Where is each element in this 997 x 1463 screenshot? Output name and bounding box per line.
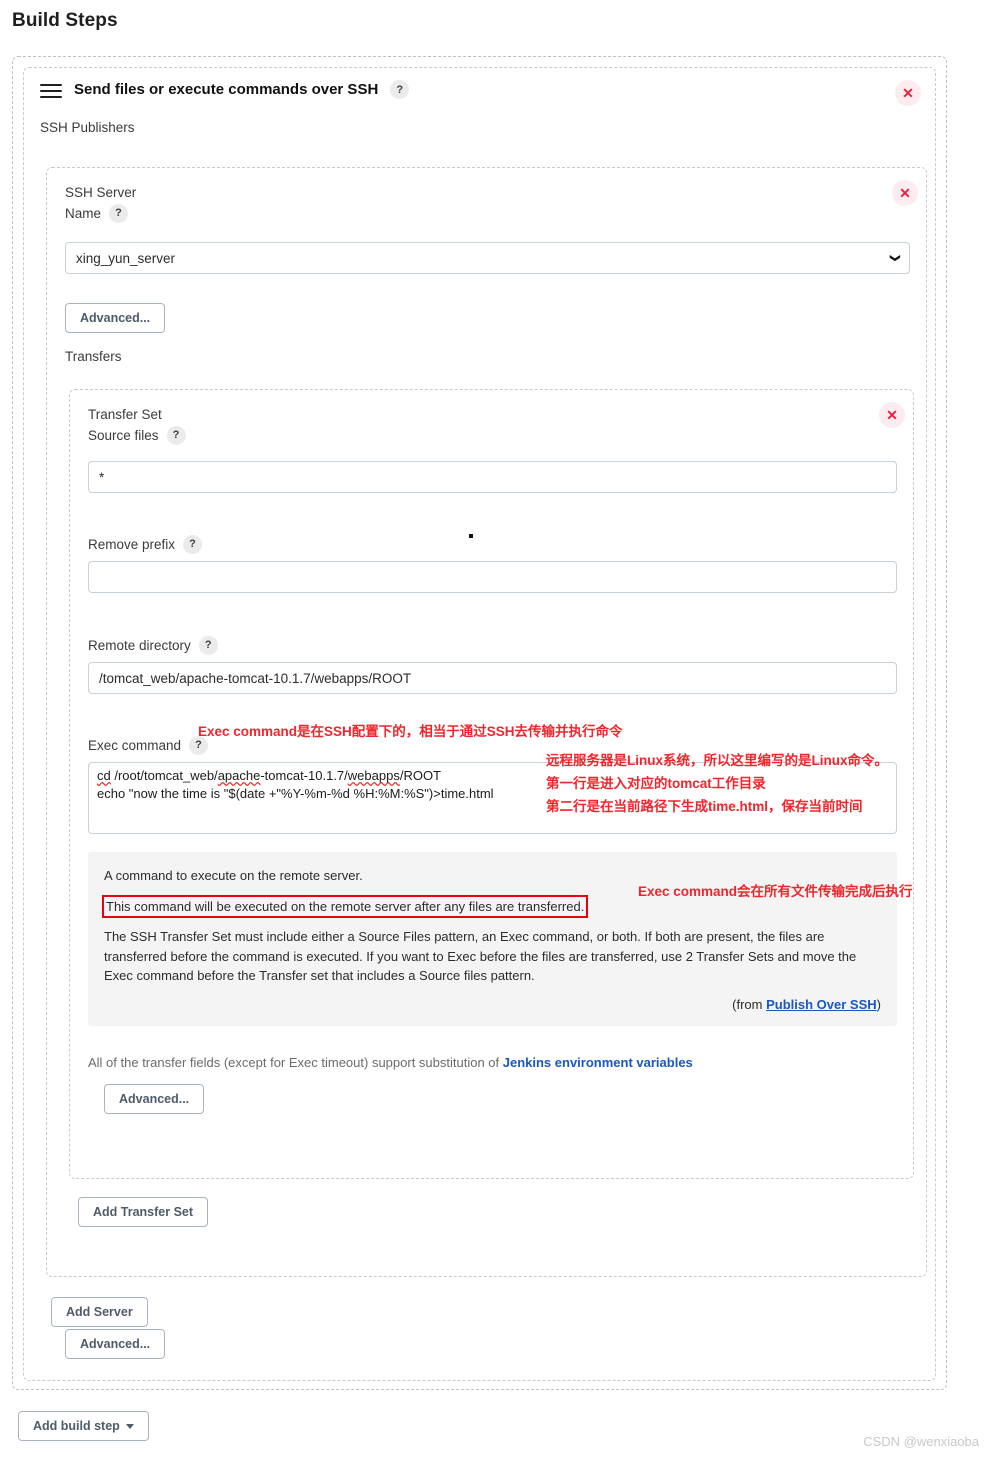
hamburger-drag-icon[interactable] bbox=[40, 82, 62, 98]
exec-cmd-line-2: echo "now the time is "$(date +"%Y-%m-%d… bbox=[97, 786, 494, 801]
ssh-server-name-label: Name ? bbox=[65, 203, 136, 224]
remove-prefix-label: Remove prefix ? bbox=[88, 534, 203, 555]
transfers-label: Transfers bbox=[65, 349, 122, 364]
server-advanced-button[interactable]: Advanced... bbox=[65, 303, 166, 333]
remove-prefix-input[interactable] bbox=[88, 561, 897, 593]
annotation-exec-after-transfer: Exec command会在所有文件传输完成后执行 bbox=[638, 884, 913, 899]
delete-transfer-set-button[interactable]: ✕ bbox=[879, 402, 905, 428]
exec-command-label-text: Exec command bbox=[88, 738, 182, 753]
annotation-exec-under-ssh: Exec command是在SSH配置下的，相当于通过SSH去传输并执行命令 bbox=[198, 724, 623, 739]
help-body-text: The SSH Transfer Set must include either… bbox=[104, 929, 857, 983]
exec-cmd-path-1: /root/tomcat_web/ bbox=[110, 768, 218, 783]
help-icon-server-name[interactable]: ? bbox=[109, 204, 129, 223]
build-step-header: Send files or execute commands over SSH … bbox=[40, 80, 410, 99]
step-advanced-button[interactable]: Advanced... bbox=[65, 1329, 166, 1359]
exec-command-label: Exec command ? bbox=[88, 735, 209, 756]
annotation-linux-note-2: 第一行是进入对应的tomcat工作目录 bbox=[546, 776, 766, 791]
transfer-set-group-label: Transfer Set bbox=[88, 407, 162, 422]
exec-cmd-path-3: /ROOT bbox=[399, 768, 441, 783]
ssh-server-name-select[interactable]: xing_yun_server bbox=[65, 242, 910, 274]
add-build-step-button[interactable]: Add build step bbox=[18, 1411, 149, 1441]
jenkins-env-variables-link[interactable]: Jenkins environment variables bbox=[503, 1055, 693, 1070]
annotation-linux-note-3: 第二行是在当前路径下生成time.html，保存当前时间 bbox=[546, 799, 863, 814]
page-title: Build Steps bbox=[12, 10, 118, 31]
remote-directory-label-text: Remote directory bbox=[88, 638, 191, 653]
help-icon-build-step[interactable]: ? bbox=[390, 80, 410, 99]
remote-directory-input[interactable] bbox=[88, 662, 897, 694]
ssh-server-name-text: Name bbox=[65, 206, 102, 221]
from-prefix: (from bbox=[732, 996, 767, 1012]
source-files-label-text: Source files bbox=[88, 428, 159, 443]
transfer-set-panel: ✕ Transfer Set Source files ? Remove pre… bbox=[69, 389, 914, 1179]
exec-cmd-path-2: -tomcat-10.1.7/ bbox=[260, 768, 348, 783]
from-suffix: ) bbox=[876, 996, 881, 1012]
remove-prefix-label-text: Remove prefix bbox=[88, 537, 176, 552]
help-highlighted-text: This command will be executed on the rem… bbox=[102, 894, 589, 918]
remote-directory-label: Remote directory ? bbox=[88, 635, 218, 656]
add-build-step-label: Add build step bbox=[33, 1419, 120, 1433]
exec-cmd-token-apache: apache bbox=[217, 768, 261, 783]
delete-ssh-server-button[interactable]: ✕ bbox=[892, 180, 918, 206]
ssh-server-name-select-wrap: xing_yun_server ❮ bbox=[65, 242, 910, 274]
source-files-input[interactable] bbox=[88, 461, 897, 493]
ssh-server-group-label: SSH Server bbox=[65, 185, 137, 200]
caret-down-icon bbox=[125, 1423, 134, 1429]
help-icon-remote-directory[interactable]: ? bbox=[198, 636, 218, 655]
transfer-advanced-button[interactable]: Advanced... bbox=[104, 1084, 205, 1114]
help-icon-remove-prefix[interactable]: ? bbox=[183, 535, 203, 554]
build-step-title: Send files or execute commands over SSH bbox=[74, 81, 379, 98]
source-files-label: Source files ? bbox=[88, 425, 186, 446]
add-server-button[interactable]: Add Server bbox=[51, 1297, 148, 1327]
exec-cmd-token-webapps: webapps bbox=[347, 768, 400, 783]
exec-cmd-token-cd: cd bbox=[97, 768, 111, 783]
substitution-note-text: All of the transfer fields (except for E… bbox=[88, 1055, 503, 1070]
stray-dot-artifact bbox=[469, 534, 473, 538]
delete-build-step-button[interactable]: ✕ bbox=[895, 80, 921, 106]
ssh-publishers-label: SSH Publishers bbox=[40, 120, 135, 135]
help-from-line: (from Publish Over SSH) bbox=[104, 995, 881, 1015]
annotation-linux-note-1: 远程服务器是Linux系统，所以这里编写的是Linux命令。 bbox=[546, 753, 888, 768]
substitution-note: All of the transfer fields (except for E… bbox=[88, 1055, 693, 1070]
add-transfer-set-button[interactable]: Add Transfer Set bbox=[78, 1197, 209, 1227]
csdn-watermark: CSDN @wenxiaoba bbox=[863, 1434, 979, 1449]
exec-command-help-panel: A command to execute on the remote serve… bbox=[88, 852, 897, 1026]
publish-over-ssh-link[interactable]: Publish Over SSH bbox=[766, 997, 877, 1012]
help-icon-source-files[interactable]: ? bbox=[166, 426, 186, 445]
